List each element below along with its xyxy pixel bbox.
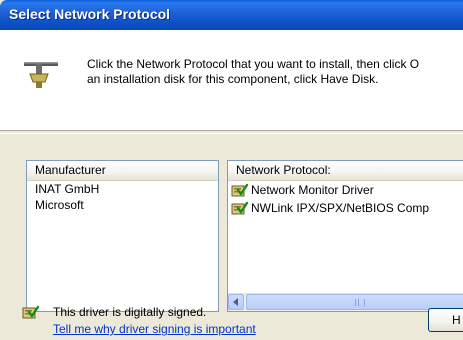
instructions-line-2: an installation disk for this component,…: [87, 72, 379, 86]
driver-signing-link[interactable]: Tell me why driver signing is important: [53, 322, 256, 336]
protocol-item-nwlink[interactable]: NWLink IPX/SPX/NetBIOS Comp: [228, 199, 463, 217]
signed-driver-icon: [22, 305, 39, 319]
manufacturer-item-microsoft[interactable]: Microsoft: [27, 197, 218, 213]
protocol-item-network-monitor[interactable]: Network Monitor Driver: [228, 181, 463, 199]
have-disk-button[interactable]: H: [428, 308, 463, 332]
header-divider: [0, 130, 463, 134]
manufacturer-column-header[interactable]: Manufacturer: [27, 161, 218, 181]
scroll-grip-icon: [355, 299, 365, 306]
scroll-left-button[interactable]: [228, 294, 244, 310]
protocol-list[interactable]: Network Protocol: Network Monitor Driver…: [227, 160, 463, 312]
chevron-left-icon: [233, 298, 238, 306]
protocol-column-header[interactable]: Network Protocol:: [228, 161, 463, 181]
manufacturer-item-inat[interactable]: INAT GmbH: [27, 181, 218, 197]
select-network-protocol-dialog: Select Network Protocol Click the Networ…: [0, 0, 463, 340]
instructions-line-1: Click the Network Protocol that you want…: [87, 57, 420, 71]
instructions-text: Click the Network Protocol that you want…: [87, 57, 463, 87]
signed-driver-icon: [231, 201, 248, 214]
network-protocol-icon: [24, 62, 58, 88]
driver-signed-status: This driver is digitally signed.: [53, 305, 207, 319]
title-bar[interactable]: Select Network Protocol: [0, 0, 463, 30]
manufacturer-list[interactable]: Manufacturer INAT GmbH Microsoft: [26, 160, 219, 312]
signed-driver-icon: [231, 183, 248, 196]
protocol-item-label: NWLink IPX/SPX/NetBIOS Comp: [251, 201, 430, 215]
window-title: Select Network Protocol: [9, 6, 171, 22]
protocol-item-label: Network Monitor Driver: [251, 183, 374, 197]
